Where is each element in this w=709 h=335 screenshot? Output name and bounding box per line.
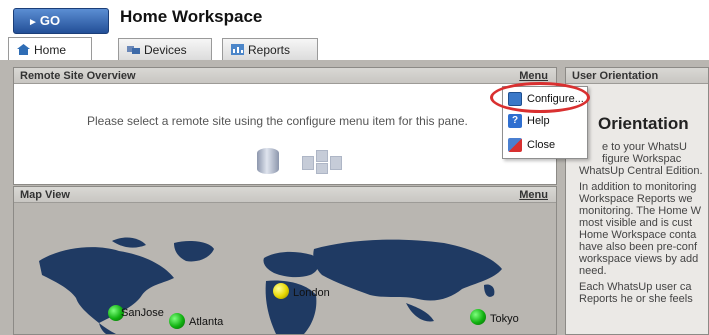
tab-reports[interactable]: Reports xyxy=(222,38,318,60)
go-arrow-icon: ► xyxy=(28,17,38,28)
menu-item-label: Close xyxy=(527,139,556,151)
panel-title: Remote Site Overview xyxy=(20,70,136,82)
close-icon xyxy=(508,138,522,152)
orientation-text-line: e to your WhatsU xyxy=(602,141,687,153)
home-icon xyxy=(17,44,30,55)
network-icon xyxy=(302,150,344,174)
page-title: Home Workspace xyxy=(120,7,263,26)
city-label-sanjose: SanJose xyxy=(121,307,164,319)
app-header: ► GO Home Workspace xyxy=(0,0,709,36)
orientation-text-line: Home Workspace conta xyxy=(579,229,697,241)
orientation-text-line: monitoring. The Home W xyxy=(579,205,702,217)
tab-label: Devices xyxy=(144,42,187,57)
orientation-text-line: Each WhatsUp user ca xyxy=(579,281,692,293)
go-button-label: GO xyxy=(39,13,61,28)
orientation-text-line: WhatsUp Central Edition. xyxy=(579,165,703,177)
menu-item-label: Help xyxy=(527,115,550,127)
city-marker-atlanta[interactable] xyxy=(169,313,185,329)
panel-header: Map View Menu xyxy=(14,187,556,203)
menu-item-close[interactable]: Close xyxy=(503,135,587,155)
map-panel-menu-link[interactable]: Menu xyxy=(519,187,548,203)
orientation-heading: Orientation xyxy=(598,114,689,133)
orientation-text-line: most visible and is cust xyxy=(579,217,693,229)
reports-icon xyxy=(231,44,244,55)
city-label-atlanta: Atlanta xyxy=(189,316,224,328)
orientation-text-line: have also been pre-conf xyxy=(579,241,698,253)
orientation-text-line: need. xyxy=(579,265,607,277)
panel-header: Remote Site Overview Menu xyxy=(14,68,556,84)
go-button[interactable]: ► GO xyxy=(13,8,109,34)
help-icon: ? xyxy=(508,114,522,128)
orientation-text-line: figure Workspac xyxy=(602,153,682,165)
remote-site-panel: Remote Site Overview Menu Please select … xyxy=(13,67,557,185)
remote-site-message: Please select a remote site using the co… xyxy=(87,114,468,128)
tab-label: Home xyxy=(34,42,67,57)
tab-home[interactable]: Home xyxy=(8,37,92,61)
panel-title: User Orientation xyxy=(572,70,659,82)
city-marker-london[interactable] xyxy=(273,283,289,299)
city-label-tokyo: Tokyo xyxy=(490,313,519,325)
city-label-london: London xyxy=(293,287,330,299)
world-map: SanJose Atlanta London Tokyo xyxy=(14,203,556,334)
database-icon xyxy=(257,148,279,174)
city-marker-tokyo[interactable] xyxy=(470,309,486,325)
panel-body: Please select a remote site using the co… xyxy=(14,84,556,184)
tab-devices[interactable]: Devices xyxy=(118,38,212,60)
tab-label: Reports xyxy=(248,42,291,57)
panel-title: Map View xyxy=(20,189,70,201)
tab-strip xyxy=(0,36,709,61)
highlight-ellipse xyxy=(490,82,590,113)
orientation-text-line: In addition to monitoring xyxy=(579,181,697,193)
map-view-panel: Map View Menu SanJose Atlanta London Tok… xyxy=(13,186,557,335)
menu-item-help[interactable]: ? Help xyxy=(503,111,587,131)
orientation-text-line: workspace views by add xyxy=(579,253,699,265)
orientation-text-line: Workspace Reports we xyxy=(579,193,693,205)
devices-icon xyxy=(127,46,140,54)
orientation-text-line: Reports he or she feels xyxy=(579,293,693,305)
panel-header: User Orientation xyxy=(566,68,708,84)
